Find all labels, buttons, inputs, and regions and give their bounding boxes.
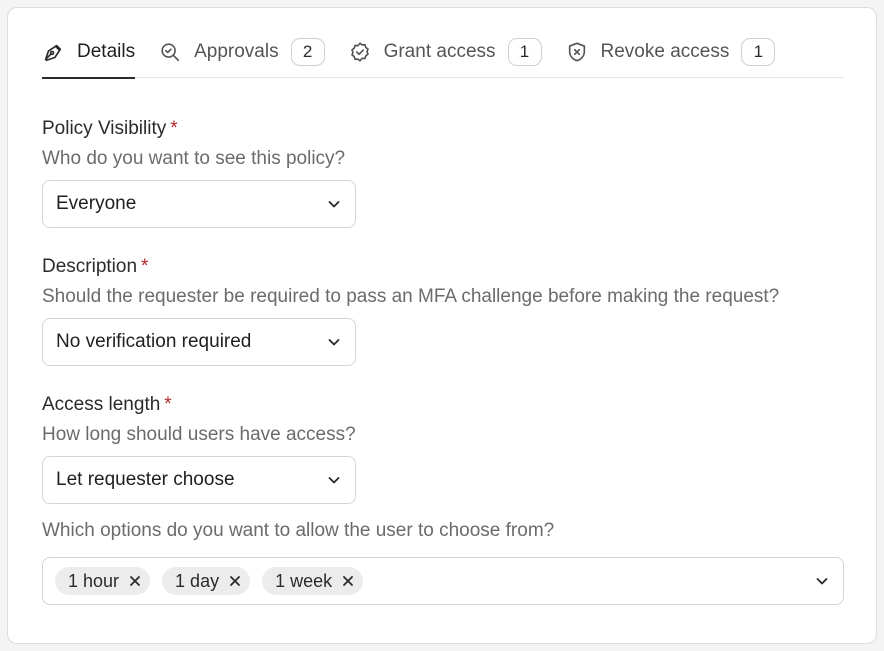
chevron-down-icon[interactable] bbox=[814, 573, 830, 589]
chip-1-hour: 1 hour bbox=[55, 567, 151, 595]
search-check-icon bbox=[159, 41, 181, 63]
required-asterisk: * bbox=[164, 394, 172, 415]
policy-visibility-select[interactable]: Everyone bbox=[42, 180, 356, 228]
chip-label: 1 day bbox=[175, 570, 220, 591]
policy-visibility-help: Who do you want to see this policy? bbox=[42, 148, 346, 169]
description-help: Should the requester be required to pass… bbox=[42, 286, 780, 307]
chip-1-week: 1 week bbox=[262, 567, 364, 595]
duration-options-field: Which options do you want to allow the u… bbox=[42, 519, 554, 543]
access-length-help: How long should users have access? bbox=[42, 424, 356, 445]
required-asterisk: * bbox=[141, 256, 149, 277]
tab-approvals-label: Approvals bbox=[194, 41, 279, 62]
chevron-down-icon bbox=[326, 196, 342, 212]
tab-grant-access[interactable]: Grant access 1 bbox=[349, 30, 542, 78]
description-label: Description * bbox=[42, 255, 779, 279]
tab-revoke-access-label: Revoke access bbox=[600, 41, 730, 62]
description-field: Description * Should the requester be req… bbox=[42, 255, 779, 366]
access-length-field: Access length * How long should users hav… bbox=[42, 393, 356, 504]
access-length-label-text: Access length bbox=[42, 394, 161, 415]
duration-options-multiselect[interactable]: 1 hour 1 day 1 week bbox=[42, 557, 844, 605]
policy-visibility-label: Policy Visibility * bbox=[42, 117, 356, 141]
access-length-label: Access length * bbox=[42, 393, 356, 417]
access-length-select[interactable]: Let requester choose bbox=[42, 456, 356, 504]
chevron-down-icon bbox=[326, 472, 342, 488]
duration-options-help: Which options do you want to allow the u… bbox=[42, 520, 555, 541]
policy-visibility-label-text: Policy Visibility bbox=[42, 118, 167, 139]
description-value: No verification required bbox=[56, 331, 252, 352]
tab-bar: Details Approvals 2 Grant access 1 Revok… bbox=[42, 30, 844, 79]
revoke-access-count-badge: 1 bbox=[741, 38, 776, 66]
remove-chip-x-icon[interactable] bbox=[228, 574, 242, 588]
policy-visibility-field: Policy Visibility * Who do you want to se… bbox=[42, 117, 356, 228]
remove-chip-x-icon[interactable] bbox=[341, 574, 355, 588]
policy-card: Details Approvals 2 Grant access 1 Revok… bbox=[7, 7, 877, 644]
chip-1-day: 1 day bbox=[162, 567, 251, 595]
approvals-count-badge: 2 bbox=[290, 38, 325, 66]
required-asterisk: * bbox=[170, 118, 178, 139]
pen-tool-icon bbox=[42, 41, 64, 63]
shield-x-icon bbox=[566, 41, 588, 63]
grant-access-count-badge: 1 bbox=[507, 38, 542, 66]
policy-visibility-value: Everyone bbox=[56, 193, 137, 214]
remove-chip-x-icon[interactable] bbox=[128, 574, 142, 588]
description-select[interactable]: No verification required bbox=[42, 318, 356, 366]
tab-approvals[interactable]: Approvals 2 bbox=[159, 30, 325, 78]
tab-revoke-access[interactable]: Revoke access 1 bbox=[566, 30, 776, 78]
chip-label: 1 week bbox=[275, 570, 333, 591]
chevron-down-icon bbox=[326, 334, 342, 350]
tab-details[interactable]: Details bbox=[42, 30, 136, 79]
tab-grant-access-label: Grant access bbox=[383, 41, 496, 62]
tab-details-label: Details bbox=[77, 41, 136, 62]
access-length-value: Let requester choose bbox=[56, 469, 235, 490]
description-label-text: Description bbox=[42, 256, 138, 277]
badge-check-icon bbox=[349, 41, 371, 63]
chip-label: 1 hour bbox=[68, 570, 120, 591]
